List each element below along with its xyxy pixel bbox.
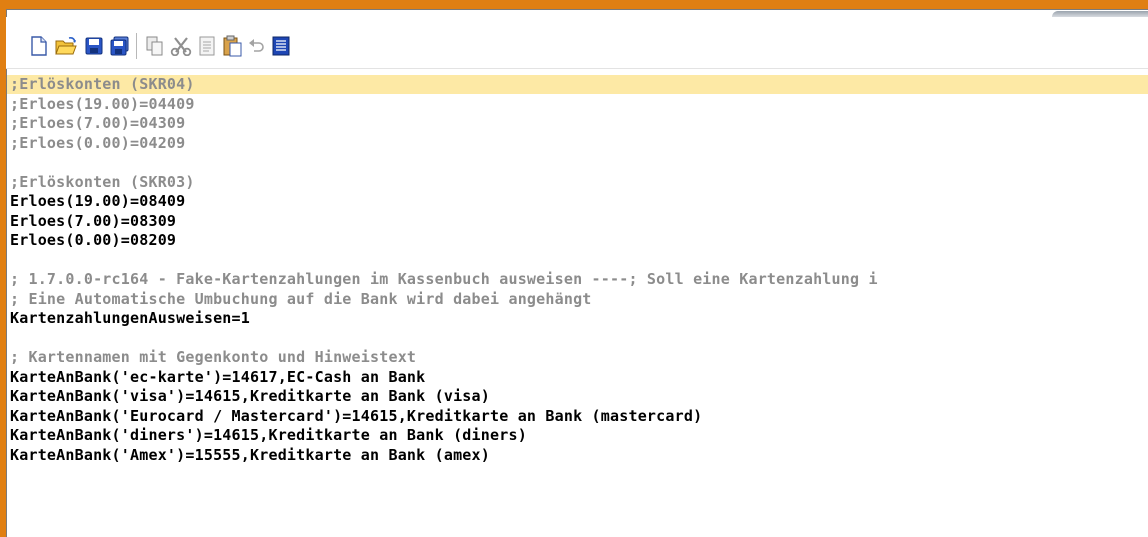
paste-special-button[interactable]	[221, 35, 243, 57]
toolbar-separator	[136, 33, 137, 59]
code-editor[interactable]: ;Erlöskonten (SKR04) ;Erloes(19.00)=04409…	[7, 75, 1148, 537]
editor-code-line[interactable]: KarteAnBank('Eurocard / Mastercard')=146…	[7, 407, 1148, 426]
copy-icon	[146, 36, 163, 56]
paste-icon	[199, 36, 215, 56]
editor-comment-line[interactable]: ;Erloes(0.00)=04209	[7, 134, 1148, 153]
open-folder-icon	[55, 37, 77, 55]
editor-blank-line[interactable]	[7, 251, 1148, 270]
select-all-button[interactable]	[270, 35, 292, 57]
editor-blank-line[interactable]	[7, 329, 1148, 348]
toolbar	[6, 17, 1148, 69]
editor-code-line[interactable]: Erloes(7.00)=08309	[7, 212, 1148, 231]
cut-button[interactable]	[170, 35, 192, 57]
new-document-button[interactable]	[28, 35, 50, 57]
editor-code-line[interactable]: KarteAnBank('Amex')=15555,Kreditkarte an…	[7, 446, 1148, 465]
save-button[interactable]	[83, 35, 105, 57]
paste-button[interactable]	[196, 35, 218, 57]
editor-code-line[interactable]: KarteAnBank('visa')=14615,Kreditkarte an…	[7, 387, 1148, 406]
select-all-icon	[272, 36, 290, 56]
clipboard-icon	[223, 35, 242, 57]
editor-comment-line[interactable]: ;Erlöskonten (SKR04)	[7, 75, 1148, 94]
save-all-button[interactable]	[109, 35, 131, 57]
save-icon	[85, 37, 103, 55]
editor-code-line[interactable]: Erloes(19.00)=08409	[7, 192, 1148, 211]
open-button[interactable]	[55, 35, 77, 57]
new-document-icon	[31, 36, 47, 56]
copy-button[interactable]	[144, 35, 166, 57]
editor-comment-line[interactable]: ; Eine Automatische Umbuchung auf die Ba…	[7, 290, 1148, 309]
editor-code-line[interactable]: KarteAnBank('diners')=14615,Kreditkarte …	[7, 426, 1148, 445]
editor-comment-line[interactable]: ;Erloes(7.00)=04309	[7, 114, 1148, 133]
editor-comment-line[interactable]: ; Kartennamen mit Gegenkonto und Hinweis…	[7, 348, 1148, 367]
undo-button[interactable]	[246, 35, 268, 57]
editor-code-line[interactable]: KarteAnBank('ec-karte')=14617,EC-Cash an…	[7, 368, 1148, 387]
editor-blank-line[interactable]	[7, 153, 1148, 172]
editor-comment-line[interactable]: ;Erloes(19.00)=04409	[7, 95, 1148, 114]
editor-code-line[interactable]: KartenzahlungenAusweisen=1	[7, 309, 1148, 328]
editor-comment-line[interactable]: ;Erlöskonten (SKR03)	[7, 173, 1148, 192]
save-all-icon	[110, 36, 129, 56]
undo-icon	[249, 39, 264, 52]
editor-comment-line[interactable]: ; 1.7.0.0-rc164 - Fake-Kartenzahlungen i…	[7, 270, 1148, 289]
editor-code-line[interactable]: Erloes(0.00)=08209	[7, 231, 1148, 250]
cut-icon	[170, 37, 192, 56]
